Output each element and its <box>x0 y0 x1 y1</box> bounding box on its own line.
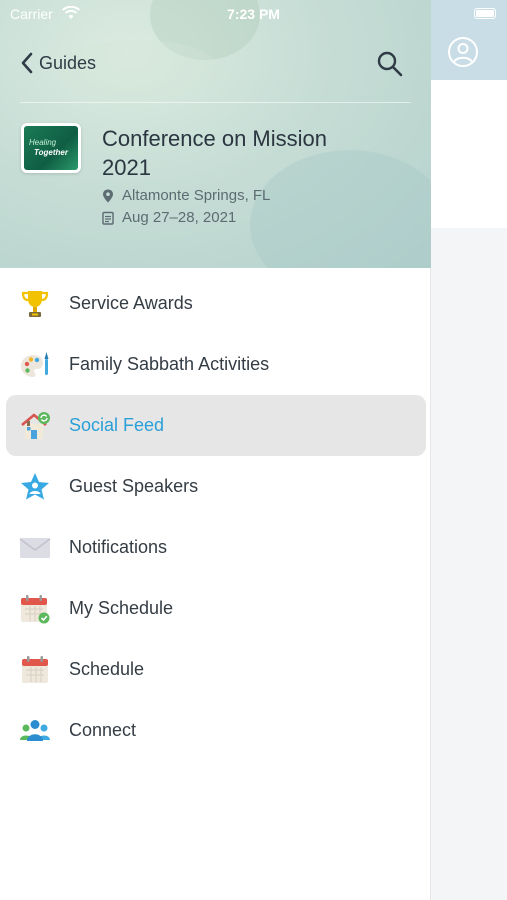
envelope-icon <box>19 537 51 558</box>
underlying-screen-peek[interactable] <box>431 0 507 900</box>
clock: 7:23 PM <box>227 6 280 22</box>
back-label: Guides <box>39 52 97 73</box>
trophy-icon <box>21 290 49 317</box>
logo-text: Healing <box>29 138 57 147</box>
people-icon <box>20 719 50 741</box>
header-divider <box>20 102 411 103</box>
menu-item-label: Service Awards <box>69 293 193 313</box>
calendar-check-icon <box>21 594 50 623</box>
battery-icon <box>474 8 496 19</box>
underlying-content-card <box>431 80 507 228</box>
star-person-icon <box>21 472 49 499</box>
palette-icon <box>21 351 49 377</box>
menu-item-connect[interactable]: Connect <box>6 700 426 761</box>
profile-avatar-icon[interactable] <box>447 36 479 68</box>
calendar-icon <box>22 655 48 683</box>
house-sync-icon <box>21 411 50 439</box>
menu-item-label: Connect <box>69 720 137 740</box>
menu-item-label: Guest Speakers <box>69 476 199 496</box>
event-dates-text: Aug 27–28, 2021 <box>122 209 237 226</box>
carrier-label: Carrier <box>10 6 53 22</box>
search-icon[interactable] <box>376 50 404 78</box>
menu-item-label: Social Feed <box>69 415 165 435</box>
menu-item-label: Family Sabbath Activities <box>69 354 270 374</box>
map-pin-icon <box>103 189 113 202</box>
menu-item-guest-speakers[interactable]: Guest Speakers <box>6 456 426 517</box>
menu-item-notifications[interactable]: Notifications <box>6 517 426 578</box>
menu-item-label: Schedule <box>69 659 145 679</box>
menu-item-schedule[interactable]: Schedule <box>6 639 426 700</box>
status-bar: Carrier 7:23 PM <box>0 0 431 28</box>
navigation-drawer: Carrier 7:23 PM Guides Healing Together <box>0 0 431 900</box>
back-button[interactable]: Guides <box>20 52 96 74</box>
event-dates: Aug 27–28, 2021 <box>102 209 236 226</box>
event-header: Carrier 7:23 PM Guides Healing Together <box>0 0 431 268</box>
event-title: Conference on Mission 2021 <box>102 126 328 180</box>
menu-item-family-sabbath-activities[interactable]: Family Sabbath Activities <box>6 334 426 395</box>
chevron-left-icon <box>21 52 33 74</box>
logo-text: Together <box>34 148 68 157</box>
menu-item-label: My Schedule <box>69 598 174 618</box>
menu-item-my-schedule[interactable]: My Schedule <box>6 578 426 639</box>
event-location-text: Altamonte Springs, FL <box>122 187 271 204</box>
menu-item-label: Notifications <box>69 537 168 557</box>
menu-item-social-feed[interactable]: Social Feed <box>6 395 426 456</box>
calendar-small-icon <box>102 211 114 225</box>
event-logo: Healing Together <box>21 123 81 173</box>
menu-item-service-awards[interactable]: Service Awards <box>6 273 426 334</box>
underlying-content-background <box>431 228 507 900</box>
event-location: Altamonte Springs, FL <box>102 187 270 204</box>
